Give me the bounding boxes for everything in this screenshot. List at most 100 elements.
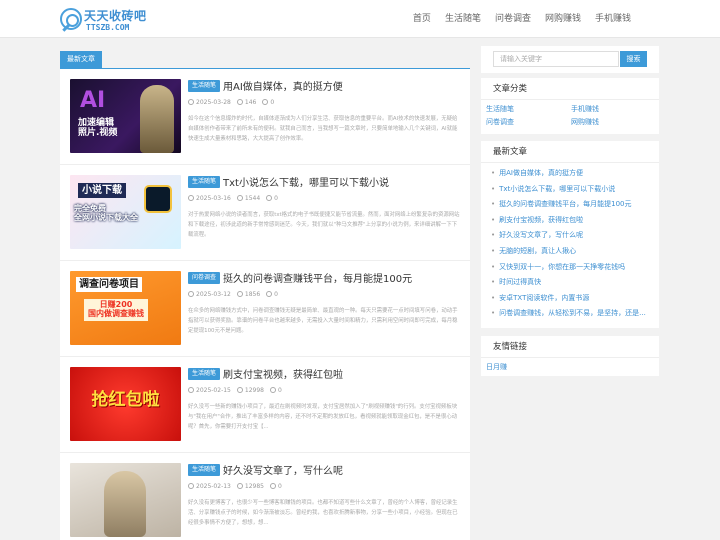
- recent-post-link[interactable]: 又快到双十一，你想在那一天挣零花钱吗: [491, 260, 649, 276]
- post-excerpt: 在众多的网络赚钱方式中，问卷调查赚钱无疑是最简单、最直观的一种。每天只需要花一点…: [188, 308, 458, 334]
- post-date: 2025-03-28: [196, 99, 231, 106]
- category-badge[interactable]: 生活随笔: [188, 368, 221, 380]
- eye-icon: [236, 483, 243, 489]
- nav-home[interactable]: 首页: [406, 0, 438, 38]
- post-excerpt: 好久没写一些新的赚钱小项目了，最近在刷视频时发现，支付宝居然加入了"刷视频赚钱"…: [188, 404, 458, 430]
- post-title[interactable]: Txt小说怎么下载，哪里可以下载小说: [223, 174, 389, 189]
- post-thumbnail[interactable]: [70, 463, 181, 537]
- main-column: 最新文章 AI 加速编辑 照片.视频 生活随笔 用AI做自媒体，真的挺方便 20…: [60, 46, 470, 540]
- post-views: 1544: [244, 195, 261, 202]
- category-badge[interactable]: 生活随笔: [188, 464, 221, 476]
- post-comments: 0: [277, 387, 282, 394]
- recent-post-link[interactable]: Txt小说怎么下载，哪里可以下载小说: [491, 182, 649, 198]
- category-link[interactable]: 生活随笔: [486, 104, 571, 115]
- post-item: 抢红包啦 生活随笔 刷支付宝视频，获得红包啦 2025-02-15 12998 …: [60, 357, 470, 453]
- category-badge[interactable]: 生活随笔: [188, 176, 221, 188]
- post-excerpt: 如今在这个信息爆炸的时代，自媒体逐渐成为人们分享生活、获取信息的重要平台。而AI…: [188, 116, 458, 142]
- section-label: 最新文章: [60, 51, 102, 68]
- comment-icon: [266, 291, 273, 297]
- thumb-caption: 小说下载: [78, 183, 126, 198]
- nav-mobile[interactable]: 手机赚钱: [588, 0, 638, 38]
- recent-post-link[interactable]: 安卓TXT阅读软件，内置书源: [491, 291, 649, 307]
- post-views: 12985: [244, 483, 264, 490]
- post-comments: 0: [270, 99, 275, 106]
- post-meta: 2025-03-12 1856 0: [188, 291, 278, 298]
- widget-title: 最新文章: [481, 141, 659, 163]
- post-views: 146: [244, 99, 257, 106]
- category-link[interactable]: 手机赚钱: [571, 104, 656, 115]
- post-excerpt: 好久没有更博客了，也很少写一些博客和赚钱的项目。也都不知道写些什么文章了，曾经的…: [188, 500, 458, 526]
- category-badge[interactable]: 生活随笔: [188, 80, 221, 92]
- friend-links-widget: 友情链接 日月赚: [481, 336, 659, 376]
- logo-domain: TTSZB.COM: [86, 23, 130, 32]
- post-title[interactable]: 刷支付宝视频，获得红包啦: [223, 366, 343, 381]
- friend-link[interactable]: 日月赚: [481, 358, 659, 376]
- comment-icon: [269, 483, 276, 489]
- post-item: 小说下载 完全免费 全网小说下载大全 生活随笔 Txt小说怎么下载，哪里可以下载…: [60, 165, 470, 261]
- post-thumbnail[interactable]: 小说下载 完全免费 全网小说下载大全: [70, 175, 181, 249]
- eye-icon: [236, 99, 243, 105]
- thumb-caption: AI: [80, 88, 106, 113]
- post-meta: 2025-02-15 12998 0: [188, 387, 282, 394]
- post-date: 2025-02-13: [196, 483, 231, 490]
- post-views: 12998: [244, 387, 264, 394]
- thumb-caption: 完全免费 全网小说下载大全: [74, 204, 138, 222]
- post-date: 2025-03-12: [196, 291, 231, 298]
- thumb-caption: 日赚200 国内做调查赚钱: [84, 299, 148, 321]
- post-date: 2025-03-16: [196, 195, 231, 202]
- post-thumbnail[interactable]: 抢红包啦: [70, 367, 181, 441]
- portrait-figure: [104, 471, 146, 537]
- post-item: 生活随笔 好久没写文章了，写什么呢 2025-02-13 12985 0 好久没…: [60, 453, 470, 540]
- post-meta: 2025-02-13 12985 0: [188, 483, 282, 490]
- post-thumbnail[interactable]: 调查问卷项目 日赚200 国内做调查赚钱: [70, 271, 181, 345]
- recent-post-link[interactable]: 好久没写文章了，写什么呢: [491, 228, 649, 244]
- recent-post-link[interactable]: 时间过得真快: [491, 275, 649, 291]
- search-button[interactable]: 搜索: [620, 51, 647, 67]
- recent-posts-widget: 最新文章 用AI做自媒体，真的挺方便 Txt小说怎么下载，哪里可以下载小说 挺久…: [481, 141, 659, 328]
- comment-icon: [262, 99, 269, 105]
- post-item: 调查问卷项目 日赚200 国内做调查赚钱 问卷调查 挺久的问卷调查赚钱平台，每月…: [60, 261, 470, 357]
- post-list: AI 加速编辑 照片.视频 生活随笔 用AI做自媒体，真的挺方便 2025-03…: [60, 68, 470, 540]
- post-meta: 2025-03-28 146 0: [188, 99, 274, 106]
- nav-survey[interactable]: 问卷调查: [488, 0, 538, 38]
- nav-life[interactable]: 生活随笔: [438, 0, 488, 38]
- post-comments: 0: [274, 195, 278, 202]
- post-date: 2025-02-15: [196, 387, 231, 394]
- widget-title: 友情链接: [481, 336, 659, 358]
- clock-icon: [188, 99, 194, 105]
- file-icon: [144, 185, 172, 213]
- category-badge[interactable]: 问卷调查: [188, 272, 221, 284]
- thumb-caption: 加速编辑 照片.视频: [78, 118, 118, 138]
- search-input[interactable]: 请输入关键字: [493, 51, 619, 67]
- category-link[interactable]: 网购赚钱: [571, 117, 656, 128]
- post-title[interactable]: 好久没写文章了，写什么呢: [223, 462, 343, 477]
- logo-text: 天天收砖吧: [84, 9, 147, 23]
- post-views: 1856: [244, 291, 261, 298]
- thumb-caption: 调查问卷项目: [76, 277, 142, 292]
- search-widget: 请输入关键字 搜索: [481, 46, 659, 73]
- category-link[interactable]: 问卷调查: [486, 117, 571, 128]
- recent-post-link[interactable]: 无脑的短剧，真让人揪心: [491, 244, 649, 260]
- post-comments: 0: [277, 483, 282, 490]
- site-logo[interactable]: 天天收砖吧 TTSZB.COM: [60, 7, 160, 33]
- post-item: AI 加速编辑 照片.视频 生活随笔 用AI做自媒体，真的挺方便 2025-03…: [60, 69, 470, 165]
- recent-post-link[interactable]: 用AI做自媒体，真的挺方便: [491, 166, 649, 182]
- main-nav: 首页 生活随笔 问卷调查 网购赚钱 手机赚钱: [406, 0, 638, 38]
- widget-title: 文章分类: [481, 78, 659, 100]
- comment-icon: [269, 387, 276, 393]
- robot-figure: [140, 85, 174, 153]
- post-thumbnail[interactable]: AI 加速编辑 照片.视频: [70, 79, 181, 153]
- recent-post-link[interactable]: 挺久的问卷调查赚钱平台，每月能提100元: [491, 197, 649, 213]
- site-header: 天天收砖吧 TTSZB.COM 首页 生活随笔 问卷调查 网购赚钱 手机赚钱: [0, 0, 720, 38]
- eye-icon: [236, 387, 243, 393]
- recent-post-link[interactable]: 刷支付宝视频，获得红包啦: [491, 213, 649, 229]
- clock-icon: [188, 387, 194, 393]
- nav-shopping[interactable]: 网购赚钱: [538, 0, 588, 38]
- clock-icon: [188, 483, 194, 489]
- thumb-caption: 抢红包啦: [91, 390, 160, 410]
- post-title[interactable]: 用AI做自媒体，真的挺方便: [223, 78, 343, 93]
- recent-post-link[interactable]: 问卷调查赚钱，从轻松到不易，是坚持，还是...: [491, 306, 649, 322]
- post-excerpt: 对于热爱网络小说的读者而言，获取txt格式的电子书既便捷又能节省流量。然而，面对…: [188, 212, 460, 238]
- eye-icon: [236, 195, 243, 201]
- post-title[interactable]: 挺久的问卷调查赚钱平台，每月能提100元: [223, 270, 412, 285]
